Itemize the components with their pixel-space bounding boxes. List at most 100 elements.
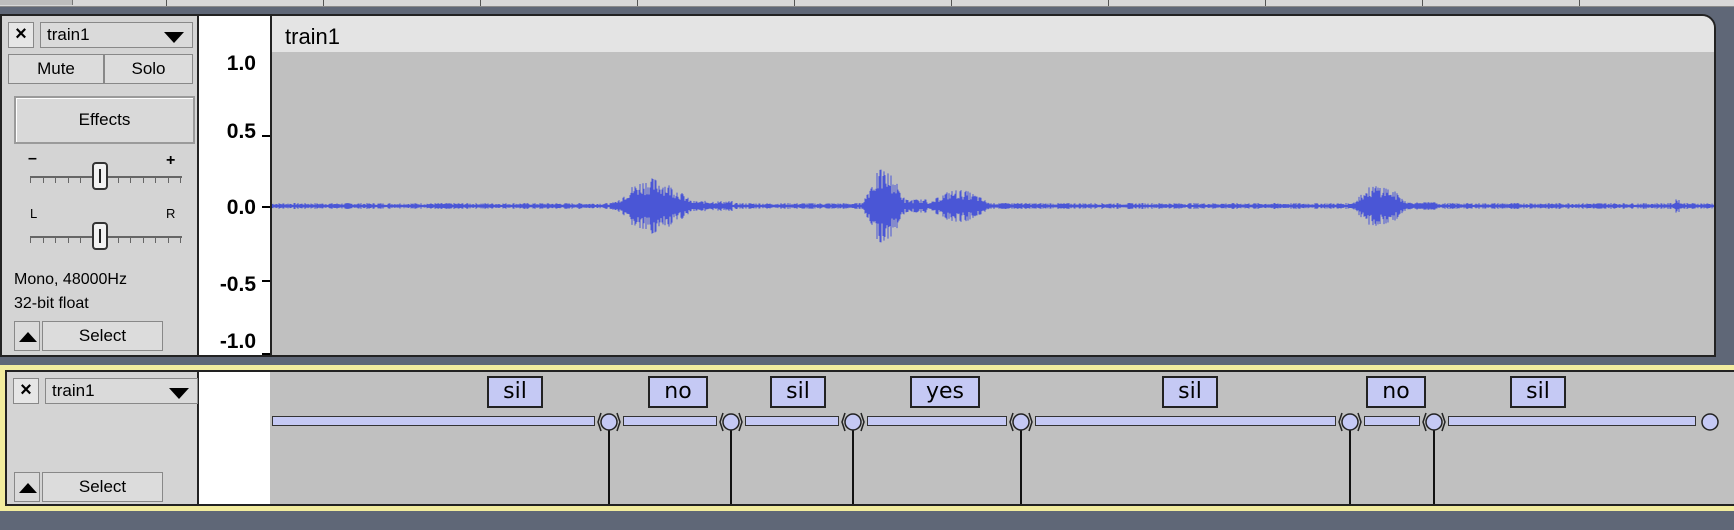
collapse-label-track-button[interactable] (14, 472, 40, 502)
label-text[interactable]: no (1366, 376, 1426, 408)
timeline-ruler[interactable] (0, 0, 1734, 7)
slider-tick (80, 178, 81, 183)
label-track-ruler (199, 370, 270, 506)
waveform-path (272, 169, 1714, 243)
slider-tick (142, 178, 144, 183)
slider-tick (55, 178, 56, 183)
label-boundary-handle[interactable] (1338, 409, 1362, 435)
label-boundary-line[interactable] (608, 426, 610, 504)
waveform-area[interactable]: train1 (270, 14, 1716, 357)
pan-right-label: R (166, 206, 176, 221)
label-boundary-line[interactable] (730, 426, 732, 504)
label-boundary-line[interactable] (852, 426, 854, 504)
chevron-down-icon (169, 388, 189, 399)
gain-slider-thumb[interactable] (92, 162, 108, 190)
y-tick (262, 206, 270, 208)
label-boundary-handle[interactable] (1009, 409, 1033, 435)
select-track-button[interactable]: Select (42, 321, 163, 351)
y-tick-label: 0.0 (226, 196, 256, 219)
y-tick-label: 0.5 (226, 120, 256, 143)
track-name-label: train1 (47, 25, 90, 44)
label-span-bar[interactable] (623, 416, 717, 426)
pan-left-label: L (30, 206, 38, 221)
label-text[interactable]: yes (910, 376, 980, 408)
ruler-tick (166, 0, 167, 6)
label-track-control-panel: × train1 Select (5, 370, 199, 506)
slider-tick (167, 178, 169, 183)
label-span-bar[interactable] (1448, 416, 1696, 426)
slider-tick (180, 238, 181, 243)
slider-tick (180, 178, 181, 183)
ruler-tick (951, 0, 952, 6)
label-span-bar[interactable] (867, 416, 1007, 426)
ruler-tick (1579, 0, 1580, 6)
slider-tick (30, 178, 31, 183)
label-boundary-handle[interactable] (597, 409, 621, 435)
close-track-button[interactable]: × (8, 22, 34, 48)
label-text[interactable]: sil (1162, 376, 1218, 408)
label-boundary-handle[interactable] (1422, 409, 1446, 435)
y-tick (262, 135, 270, 137)
label-text[interactable]: sil (1510, 376, 1566, 408)
label-boundary-line[interactable] (1433, 426, 1435, 504)
ruler-tick (1422, 0, 1423, 6)
mute-button[interactable]: Mute (8, 54, 104, 84)
label-boundary-line[interactable] (1020, 426, 1022, 504)
collapse-track-button[interactable] (14, 321, 40, 351)
amplitude-ruler[interactable]: 1.0 0.5 0.0 -0.5 -1.0 (199, 14, 270, 357)
waveform (272, 169, 1714, 243)
audio-track: × train1 Mute Solo Effects – + L R Mono,… (0, 14, 1734, 357)
ruler-tick (794, 0, 795, 6)
slider-tick (142, 238, 144, 243)
label-span-bar[interactable] (745, 416, 839, 426)
ruler-tick (1265, 0, 1266, 6)
ruler-corner-button[interactable] (0, 0, 73, 5)
close-icon: × (20, 379, 32, 401)
slider-tick (42, 238, 44, 243)
slider-tick (67, 178, 69, 183)
slider-tick (67, 238, 69, 243)
slider-tick (55, 238, 56, 243)
slider-tick (117, 178, 119, 183)
label-track-name: train1 (52, 381, 95, 400)
slider-tick (155, 178, 156, 183)
gain-minus-label: – (28, 150, 37, 167)
solo-button[interactable]: Solo (104, 54, 193, 84)
effects-button[interactable]: Effects (14, 96, 195, 144)
slider-tick (155, 238, 156, 243)
close-icon: × (15, 23, 27, 45)
slider-tick (80, 238, 81, 243)
label-boundary-line[interactable] (1349, 426, 1351, 504)
slider-tick (130, 238, 131, 243)
slider-tick (130, 178, 131, 183)
ruler-tick (637, 0, 638, 6)
label-text[interactable]: sil (487, 376, 543, 408)
chevron-down-icon (164, 32, 184, 43)
slider-tick (30, 238, 31, 243)
audio-track-control-panel: × train1 Mute Solo Effects – + L R Mono,… (0, 14, 199, 357)
gain-plus-label: + (166, 152, 176, 169)
select-label-track-button[interactable]: Select (42, 472, 163, 502)
track-name-menu[interactable]: train1 (40, 22, 193, 48)
slider-tick (167, 238, 169, 243)
label-span-bar[interactable] (1364, 416, 1420, 426)
label-boundary-handle[interactable] (719, 409, 743, 435)
label-text[interactable]: sil (770, 376, 826, 408)
format-info: Mono, 48000Hz 32-bit float (14, 268, 127, 316)
pan-slider-thumb[interactable] (92, 222, 108, 250)
label-span-bar[interactable] (1035, 416, 1336, 426)
y-tick-label: -1.0 (219, 330, 256, 353)
ruler-tick (1108, 0, 1109, 6)
y-tick-label: 1.0 (226, 52, 256, 75)
label-area[interactable]: sil no sil yes sil no sil (270, 370, 1734, 506)
format-bits: 32-bit float (14, 295, 89, 312)
label-boundary-handle[interactable] (1698, 409, 1722, 435)
label-text[interactable]: no (648, 376, 708, 408)
label-track-name-menu[interactable]: train1 (45, 378, 198, 404)
close-label-track-button[interactable]: × (13, 378, 39, 404)
label-track: × train1 Select sil no sil yes sil no sil (0, 365, 1734, 511)
empty-track-area[interactable] (0, 511, 1734, 530)
format-rate: Mono, 48000Hz (14, 271, 127, 288)
label-span-bar[interactable] (272, 416, 595, 426)
label-boundary-handle[interactable] (841, 409, 865, 435)
